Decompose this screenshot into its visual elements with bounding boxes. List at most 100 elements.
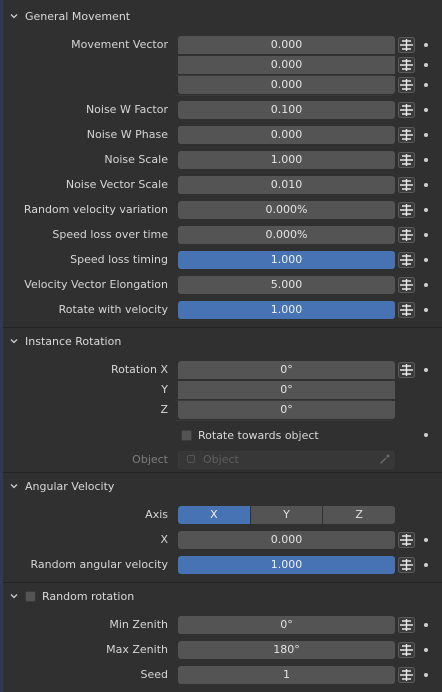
driver-dot-icon[interactable] <box>424 158 428 162</box>
random-angular-velocity-row: Random angular velocity 1.000 <box>3 555 442 575</box>
speed-loss-timing-slider[interactable]: 1.000 <box>178 251 395 269</box>
driver-dot-icon[interactable] <box>424 563 428 567</box>
rotation-z-row: Z 0° <box>3 400 442 420</box>
max-zenith-label: Max Zenith <box>106 643 168 656</box>
driver-dot-icon[interactable] <box>424 233 428 237</box>
movement-vector-x-field[interactable]: 0.000 <box>178 36 395 54</box>
axis-option-x[interactable]: X <box>178 506 251 524</box>
instance-rotation-header[interactable]: Instance Rotation <box>3 329 442 353</box>
driver-dot-icon[interactable] <box>424 433 428 437</box>
keyframe-decorator-icon[interactable] <box>398 202 415 218</box>
keyframe-decorator-icon[interactable] <box>398 667 415 683</box>
driver-dot-icon[interactable] <box>424 183 428 187</box>
random-velocity-variation-field[interactable]: 0.000% <box>178 201 395 219</box>
keyframe-decorator-icon[interactable] <box>398 642 415 658</box>
keyframe-decorator-icon[interactable] <box>398 177 415 193</box>
section-title: General Movement <box>25 9 131 23</box>
driver-dot-icon[interactable] <box>424 283 428 287</box>
chevron-down-icon[interactable] <box>3 329 25 353</box>
keyframe-decorator-icon[interactable] <box>398 617 415 633</box>
axis-option-z[interactable]: Z <box>323 506 396 524</box>
keyframe-decorator-icon[interactable] <box>398 532 415 548</box>
speed-loss-timing-row: Speed loss timing 1.000 <box>3 250 442 270</box>
keyframe-decorator-icon[interactable] <box>398 277 415 293</box>
random-angular-velocity-slider[interactable]: 1.000 <box>178 556 395 574</box>
checkbox-box[interactable] <box>181 429 192 441</box>
keyframe-decorator-icon[interactable] <box>398 152 415 168</box>
random-rotation-header[interactable]: Random rotation <box>3 584 442 608</box>
section-title: Instance Rotation <box>25 334 122 348</box>
keyframe-decorator-icon[interactable] <box>398 127 415 143</box>
rotation-y-field[interactable]: 0° <box>178 381 395 399</box>
rotation-z-field[interactable]: 0° <box>178 401 395 419</box>
driver-dot-icon[interactable] <box>424 108 428 112</box>
velocity-vector-elongation-row: Velocity Vector Elongation 5.000 <box>3 275 442 295</box>
driver-dot-icon[interactable] <box>424 83 428 87</box>
rotation-x-row: Rotation X 0° <box>3 360 442 380</box>
eyedropper-icon[interactable] <box>379 453 391 465</box>
rotate-with-velocity-row: Rotate with velocity 1.000 <box>3 300 442 320</box>
keyframe-decorator-icon[interactable] <box>398 37 415 53</box>
noise-w-factor-label: Noise W Factor <box>85 103 168 116</box>
max-zenith-field[interactable]: 180° <box>178 641 395 659</box>
velocity-vector-elongation-label: Velocity Vector Elongation <box>24 278 168 291</box>
angular-x-field[interactable]: 0.000 <box>178 531 395 549</box>
keyframe-decorator-icon[interactable] <box>398 302 415 318</box>
driver-dot-icon[interactable] <box>424 623 428 627</box>
axis-option-y[interactable]: Y <box>250 506 324 524</box>
rotate-towards-object-checkbox[interactable]: Rotate towards object <box>181 428 319 442</box>
driver-dot-icon[interactable] <box>424 368 428 372</box>
noise-w-phase-row: Noise W Phase 0.000 <box>3 125 442 145</box>
driver-dot-icon[interactable] <box>424 133 428 137</box>
general-movement-header[interactable]: General Movement <box>3 4 442 28</box>
random-velocity-variation-row: Random velocity variation 0.000% <box>3 200 442 220</box>
movement-vector-y-field[interactable]: 0.000 <box>178 56 395 74</box>
angular-velocity-header[interactable]: Angular Velocity <box>3 474 442 498</box>
rotate-with-velocity-slider[interactable]: 1.000 <box>178 301 395 319</box>
rotation-x-field[interactable]: 0° <box>178 361 395 379</box>
field-divider <box>175 400 392 401</box>
axis-selector[interactable]: X Y Z <box>178 506 396 524</box>
driver-dot-icon[interactable] <box>424 208 428 212</box>
min-zenith-field[interactable]: 0° <box>178 616 395 634</box>
rotate-with-velocity-label: Rotate with velocity <box>58 303 168 316</box>
noise-w-factor-field[interactable]: 0.100 <box>178 101 395 119</box>
driver-dot-icon[interactable] <box>424 43 428 47</box>
noise-vector-scale-label: Noise Vector Scale <box>65 178 168 191</box>
keyframe-decorator-icon[interactable] <box>398 57 415 73</box>
chevron-down-icon[interactable] <box>3 474 25 498</box>
chevron-down-icon[interactable] <box>3 584 25 608</box>
driver-dot-icon[interactable] <box>424 63 428 67</box>
object-placeholder: Object <box>203 453 239 466</box>
object-row: Object Object <box>3 450 442 470</box>
driver-dot-icon[interactable] <box>424 538 428 542</box>
noise-w-phase-field[interactable]: 0.000 <box>178 126 395 144</box>
keyframe-decorator-icon[interactable] <box>398 227 415 243</box>
random-angular-velocity-label: Random angular velocity <box>30 558 168 571</box>
keyframe-decorator-icon[interactable] <box>398 77 415 93</box>
keyframe-decorator-icon[interactable] <box>398 557 415 573</box>
noise-vector-scale-row: Noise Vector Scale 0.010 <box>3 175 442 195</box>
seed-field[interactable]: 1 <box>178 666 395 684</box>
min-zenith-label: Min Zenith <box>109 618 168 631</box>
noise-scale-field[interactable]: 1.000 <box>178 151 395 169</box>
velocity-vector-elongation-field[interactable]: 5.000 <box>178 276 395 294</box>
driver-dot-icon[interactable] <box>424 258 428 262</box>
chevron-down-icon[interactable] <box>3 4 25 28</box>
noise-w-factor-row: Noise W Factor 0.100 <box>3 100 442 120</box>
keyframe-decorator-icon[interactable] <box>398 252 415 268</box>
random-velocity-variation-label: Random velocity variation <box>23 203 168 216</box>
speed-loss-over-time-field[interactable]: 0.000% <box>178 226 395 244</box>
driver-dot-icon[interactable] <box>424 648 428 652</box>
driver-dot-icon[interactable] <box>424 308 428 312</box>
movement-vector-z-field[interactable]: 0.000 <box>178 76 395 94</box>
keyframe-decorator-icon[interactable] <box>398 362 415 378</box>
keyframe-decorator-icon[interactable] <box>398 102 415 118</box>
seed-row: Seed 1 <box>3 665 442 685</box>
random-rotation-enable-checkbox[interactable] <box>25 590 36 602</box>
driver-dot-icon[interactable] <box>424 673 428 677</box>
noise-vector-scale-field[interactable]: 0.010 <box>178 176 395 194</box>
angular-x-row: X 0.000 <box>3 530 442 550</box>
rotation-y-label: Y <box>161 383 168 396</box>
movement-vector-row-z: 0.000 <box>3 75 442 95</box>
